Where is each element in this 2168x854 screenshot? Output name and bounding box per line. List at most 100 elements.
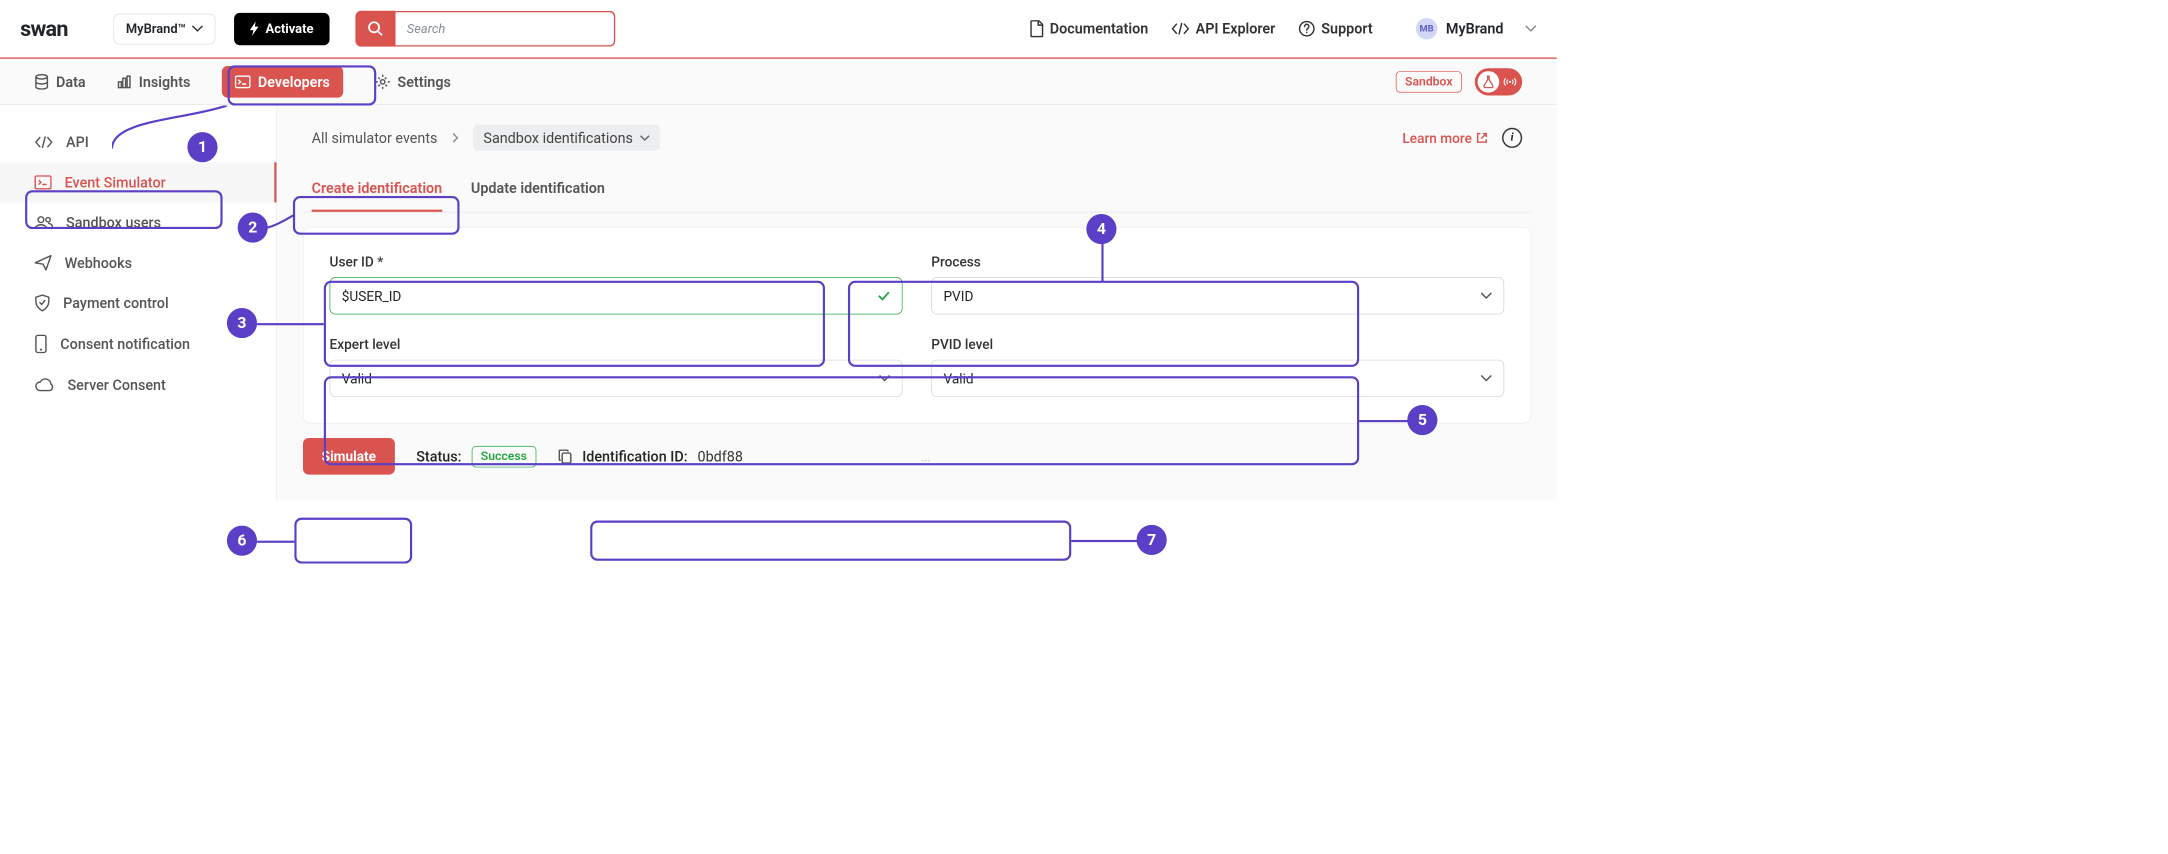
code-icon	[34, 136, 53, 149]
annotation-2: 2	[238, 213, 268, 243]
help-icon	[1298, 20, 1315, 37]
annotation-box-7	[590, 521, 1071, 561]
tab-update-identification[interactable]: Update identification	[471, 171, 605, 212]
sidebar-item-api[interactable]: API	[0, 122, 276, 162]
docs-link[interactable]: Documentation	[1030, 20, 1149, 37]
user-id-value: $USER_ID	[342, 288, 402, 305]
send-icon	[34, 255, 51, 271]
copy-icon[interactable]	[558, 448, 572, 464]
flask-icon	[1478, 71, 1500, 93]
chevron-down-icon	[879, 375, 890, 382]
avatar: MB	[1416, 18, 1438, 40]
activate-button[interactable]: Activate	[234, 13, 329, 45]
sidebar: API Event Simulator Sandbox users Webhoo…	[0, 105, 277, 501]
env-toggle[interactable]	[1475, 68, 1522, 95]
logo: swan	[20, 16, 68, 41]
form-card: User ID * $USER_ID Process PVID Expe	[303, 227, 1531, 424]
user-id-input[interactable]: $USER_ID	[330, 277, 903, 314]
pvid-level-label: PVID level	[931, 336, 1504, 353]
tab-create-identification[interactable]: Create identification	[312, 171, 443, 212]
identification-id-box: Identification ID: 0bdf88 …	[558, 448, 931, 465]
expert-level-select[interactable]: Valid	[330, 360, 903, 397]
sidebar-label: Consent notification	[60, 335, 190, 352]
result-row: Simulate Status: Success Identification …	[303, 438, 1531, 475]
brand-dropdown[interactable]: MyBrand™	[114, 13, 216, 44]
sandbox-badge: Sandbox	[1396, 71, 1462, 93]
phone-icon	[34, 335, 47, 354]
chevron-down-icon	[1481, 375, 1492, 382]
terminal-icon	[235, 75, 251, 88]
top-right: Documentation API Explorer Support MB My…	[1030, 18, 1537, 40]
search-input[interactable]	[395, 11, 615, 47]
chevron-down-icon	[192, 25, 203, 32]
sidebar-item-webhooks[interactable]: Webhooks	[0, 243, 276, 283]
expert-level-value: Valid	[342, 370, 372, 387]
gear-icon	[374, 74, 390, 90]
code-icon	[1171, 22, 1190, 35]
annotation-5: 5	[1407, 405, 1437, 435]
nav-data-label: Data	[56, 73, 86, 90]
nav-settings[interactable]: Settings	[374, 73, 450, 90]
sidebar-label: Webhooks	[65, 254, 132, 271]
chevron-right-icon	[452, 132, 459, 143]
status-label: Status:	[416, 448, 461, 465]
sidebar-label: Payment control	[63, 294, 168, 311]
user-id-field: User ID * $USER_ID	[330, 253, 903, 314]
id-value: 0bdf88 …	[698, 448, 931, 465]
breadcrumb: All simulator events Sandbox identificat…	[303, 105, 1531, 171]
sidebar-item-server-consent[interactable]: Server Consent	[0, 365, 276, 405]
breadcrumb-all-events[interactable]: All simulator events	[312, 129, 438, 146]
annotation-3: 3	[227, 308, 257, 338]
search-wrap	[355, 11, 615, 47]
connector-6	[257, 541, 294, 543]
api-label: API Explorer	[1196, 20, 1276, 37]
process-value: PVID	[943, 288, 973, 305]
bolt-icon	[250, 22, 260, 36]
sidebar-label: Server Consent	[67, 376, 165, 393]
process-field: Process PVID	[931, 253, 1504, 314]
process-select[interactable]: PVID	[931, 277, 1504, 314]
annotation-6: 6	[227, 526, 257, 556]
nav-data[interactable]: Data	[34, 73, 85, 90]
sidebar-item-event-simulator[interactable]: Event Simulator	[0, 162, 276, 202]
pvid-level-select[interactable]: Valid	[931, 360, 1504, 397]
annotation-7: 7	[1137, 525, 1167, 555]
status-badge: Success	[471, 446, 536, 468]
content: All simulator events Sandbox identificat…	[277, 105, 1556, 501]
sidebar-item-sandbox-users[interactable]: Sandbox users	[0, 202, 276, 242]
nav-developers[interactable]: Developers	[222, 66, 343, 98]
user-id-label: User ID *	[330, 253, 903, 270]
api-explorer-link[interactable]: API Explorer	[1171, 20, 1275, 37]
document-icon	[1030, 20, 1044, 37]
nav-insights-label: Insights	[139, 73, 191, 90]
pvid-level-field: PVID level Valid	[931, 336, 1504, 397]
search-button[interactable]	[355, 11, 395, 47]
process-label: Process	[931, 253, 1504, 270]
sidebar-label: Sandbox users	[66, 214, 161, 231]
simulate-button[interactable]: Simulate	[303, 438, 395, 475]
nav-insights[interactable]: Insights	[117, 73, 190, 90]
breadcrumb-current[interactable]: Sandbox identifications	[473, 125, 660, 151]
broadcast-icon	[1503, 76, 1516, 86]
terminal-icon	[34, 175, 51, 189]
brand-indicator[interactable]: MB MyBrand	[1416, 18, 1537, 40]
annotation-1: 1	[187, 132, 217, 162]
support-link[interactable]: Support	[1298, 20, 1372, 37]
docs-label: Documentation	[1050, 20, 1148, 37]
chart-icon	[117, 74, 131, 88]
info-icon[interactable]: i	[1502, 128, 1522, 148]
check-icon	[877, 291, 890, 301]
activate-label: Activate	[266, 21, 314, 36]
connector-7	[1071, 540, 1137, 542]
learn-more-link[interactable]: Learn more	[1402, 130, 1487, 147]
external-link-icon	[1476, 132, 1487, 143]
annotation-box-6	[294, 518, 412, 564]
expert-level-label: Expert level	[330, 336, 903, 353]
brand-name: MyBrand	[1446, 20, 1504, 37]
nav-settings-label: Settings	[397, 73, 450, 90]
pvid-level-value: Valid	[943, 370, 973, 387]
database-icon	[34, 74, 48, 90]
cloud-icon	[34, 378, 54, 392]
tabs: Create identification Update identificat…	[303, 171, 1531, 213]
sidebar-label: Event Simulator	[65, 174, 166, 191]
